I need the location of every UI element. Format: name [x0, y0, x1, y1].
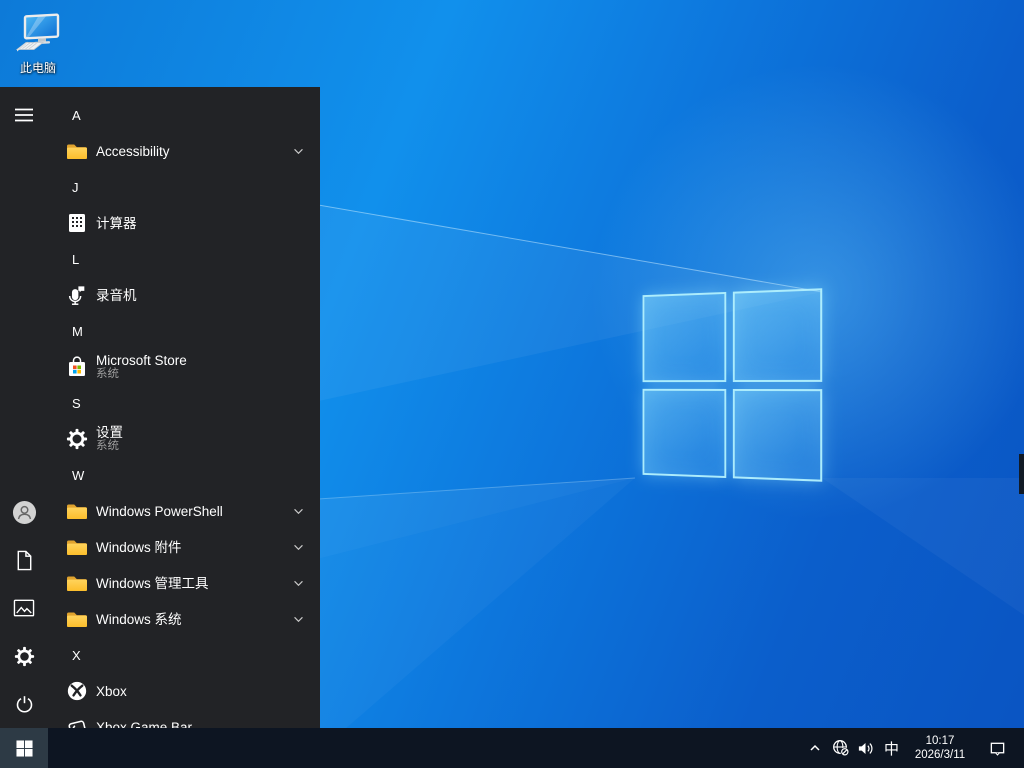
app-item-windows-admin-tools[interactable]: Windows 管理工具 [48, 565, 320, 601]
app-section-header-m[interactable]: M [48, 313, 320, 349]
pictures-icon [13, 598, 35, 618]
app-item-xbox-game-bar[interactable]: Xbox Game Bar [48, 709, 320, 728]
chevron-up-icon [807, 740, 823, 756]
app-item-settings[interactable]: 设置 系统 [48, 421, 320, 457]
expand-menu-button[interactable] [0, 91, 48, 139]
app-item-calculator[interactable]: 计算器 [48, 205, 320, 241]
pictures-button[interactable] [0, 584, 48, 632]
app-section-header-s[interactable]: S [48, 385, 320, 421]
chevron-down-icon[interactable] [293, 580, 304, 587]
voice-recorder-icon [66, 284, 88, 306]
logo-pane [643, 292, 726, 382]
store-icon [66, 356, 88, 378]
app-section-header-j[interactable]: J [48, 169, 320, 205]
app-section-header-x[interactable]: X [48, 637, 320, 673]
volume-button[interactable] [853, 728, 878, 768]
taskbar: 中 10:17 2026/3/11 [0, 728, 1024, 768]
logo-pane [732, 288, 822, 381]
chevron-down-icon[interactable] [293, 508, 304, 515]
app-item-windows-powershell[interactable]: Windows PowerShell [48, 493, 320, 529]
app-item-sublabel: 系统 [96, 368, 187, 381]
start-button[interactable] [0, 728, 48, 768]
settings-gear-icon [66, 428, 88, 450]
folder-icon [66, 536, 88, 558]
app-item-microsoft-store[interactable]: Microsoft Store 系统 [48, 349, 320, 385]
hamburger-icon [14, 107, 34, 123]
app-item-windows-system[interactable]: Windows 系统 [48, 601, 320, 637]
app-item-sublabel: 系统 [96, 440, 123, 453]
show-hidden-icons-button[interactable] [802, 728, 828, 768]
wallpaper-windows-logo [643, 288, 823, 482]
network-status-button[interactable] [828, 728, 853, 768]
this-pc-monitor-icon [13, 12, 63, 58]
system-tray: 中 10:17 2026/3/11 [802, 728, 1024, 768]
desktop-icon-this-pc[interactable]: 此电脑 [9, 12, 67, 76]
app-item-windows-accessories[interactable]: Windows 附件 [48, 529, 320, 565]
app-item-xbox[interactable]: Xbox [48, 673, 320, 709]
xbox-icon [66, 680, 88, 702]
folder-icon [66, 500, 88, 522]
windows-flag-icon [16, 740, 33, 757]
app-item-voice-recorder[interactable]: 录音机 [48, 277, 320, 313]
speaker-icon [857, 740, 874, 757]
chevron-down-icon[interactable] [293, 148, 304, 155]
documents-button[interactable] [0, 536, 48, 584]
start-menu-rail [0, 87, 48, 728]
clock[interactable]: 10:17 2026/3/11 [905, 728, 975, 768]
folder-icon [66, 608, 88, 630]
action-center-button[interactable] [975, 728, 1019, 768]
chevron-down-icon[interactable] [293, 616, 304, 623]
clock-date: 2026/3/11 [915, 748, 965, 762]
user-avatar-icon [12, 500, 37, 525]
game-bar-icon [66, 716, 88, 728]
ime-indicator[interactable]: 中 [878, 728, 905, 768]
globe-no-internet-icon [832, 739, 850, 757]
app-section-header-w[interactable]: W [48, 457, 320, 493]
settings-button[interactable] [0, 632, 48, 680]
user-account-button[interactable] [0, 488, 48, 536]
documents-icon [14, 549, 35, 572]
folder-icon [66, 140, 88, 162]
logo-pane [732, 388, 822, 481]
clock-time: 10:17 [926, 734, 955, 748]
notification-bubble-icon [989, 740, 1006, 757]
start-menu-app-list: A Accessibility J 计算器 L 录音机 M Microsoft … [48, 87, 320, 728]
power-icon [14, 694, 35, 715]
desktop-right-edge-bar [1019, 454, 1024, 494]
app-item-accessibility[interactable]: Accessibility [48, 133, 320, 169]
power-button[interactable] [0, 680, 48, 728]
taskbar-empty-area [48, 728, 802, 768]
chevron-down-icon[interactable] [293, 544, 304, 551]
app-section-header-a[interactable]: A [48, 97, 320, 133]
logo-pane [643, 388, 726, 478]
app-section-header-l[interactable]: L [48, 241, 320, 277]
desktop-icon-label: 此电脑 [9, 59, 67, 76]
calculator-icon [66, 212, 88, 234]
folder-icon [66, 572, 88, 594]
start-menu: A Accessibility J 计算器 L 录音机 M Microsoft … [0, 87, 320, 728]
settings-gear-icon [14, 646, 35, 667]
